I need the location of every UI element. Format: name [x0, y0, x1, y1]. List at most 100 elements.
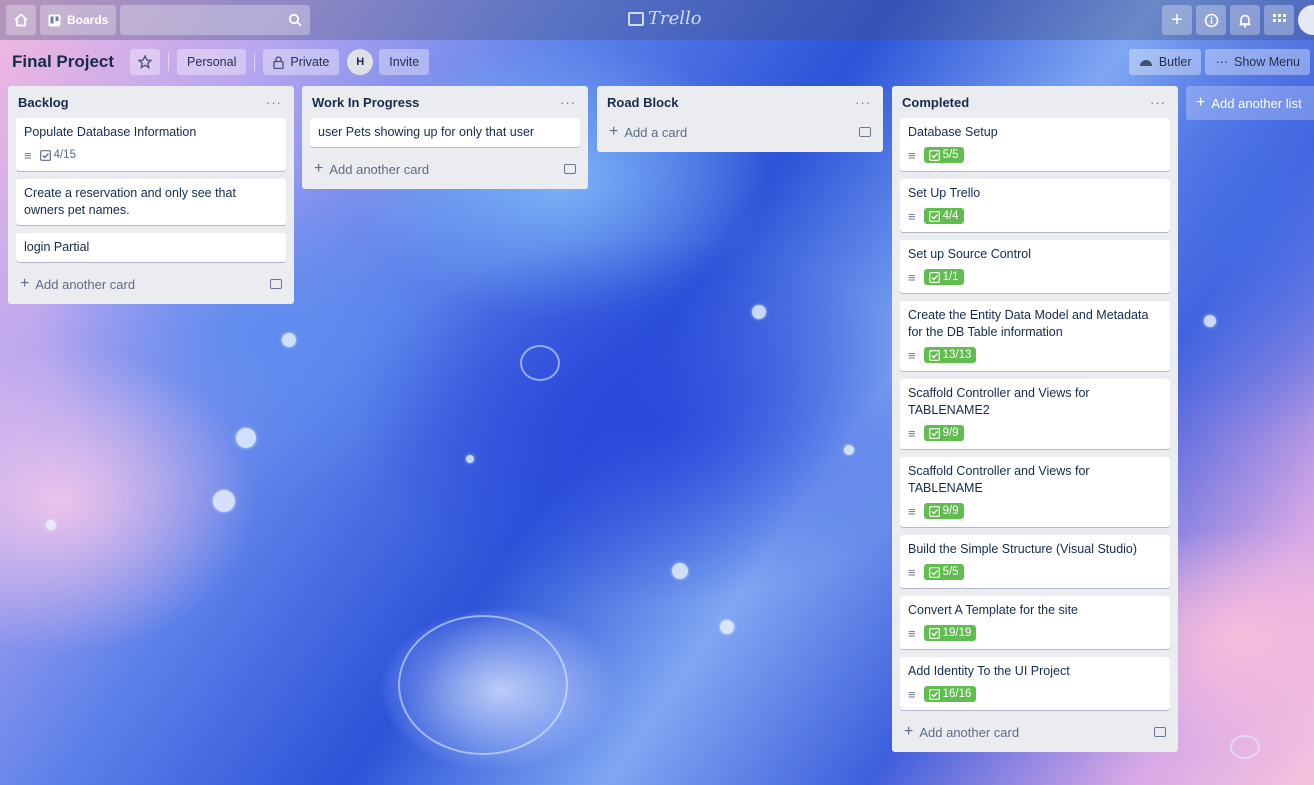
star-button[interactable]	[130, 49, 161, 75]
card-badges: ≡ 1/1	[908, 267, 1162, 287]
checklist-icon	[928, 505, 940, 517]
card-template-icon[interactable]	[1154, 727, 1166, 737]
card[interactable]: login Partial	[16, 233, 286, 262]
checklist-badge: 19/19	[923, 625, 977, 641]
card-badges: ≡ 5/5	[908, 562, 1162, 582]
butler-button[interactable]: Butler	[1128, 49, 1202, 75]
privacy-button[interactable]: Private	[263, 49, 340, 75]
list-menu-button[interactable]: ···	[855, 95, 871, 110]
card-title: Populate Database Information	[24, 125, 197, 139]
background-swirl	[398, 615, 568, 755]
show-menu-button[interactable]: ··· Show Menu	[1205, 49, 1310, 75]
plus-icon: +	[904, 723, 914, 740]
butler-icon	[1139, 60, 1152, 66]
card-badges: ≡ 4/15	[24, 145, 278, 165]
checklist-badge: 4/15	[39, 149, 76, 161]
card[interactable]: Scaffold Controller and Views for TABLEN…	[900, 379, 1170, 449]
card[interactable]: Set Up Trello ≡ 4/4	[900, 179, 1170, 232]
checklist-badge: 13/13	[923, 347, 977, 363]
background-bubble	[752, 305, 766, 319]
list-menu-button[interactable]: ···	[1150, 95, 1166, 110]
search-input[interactable]	[120, 5, 311, 35]
list-header: Road Block ···	[605, 86, 875, 118]
add-card-label: Add another card	[329, 161, 430, 177]
background-bubble	[466, 455, 474, 463]
checklist-count: 13/13	[942, 349, 972, 361]
card-template-icon[interactable]	[564, 164, 576, 174]
list-header: Work In Progress ···	[310, 86, 580, 118]
list-menu-button[interactable]: ···	[266, 95, 282, 110]
card-title: Convert A Template for the site	[908, 603, 1079, 617]
card-badges: ≡ 13/13	[908, 345, 1162, 365]
card[interactable]: Create the Entity Data Model and Metadat…	[900, 301, 1170, 371]
card-title: Scaffold Controller and Views for TABLEN…	[908, 386, 1090, 417]
board-title[interactable]: Final Project	[12, 52, 114, 72]
list-title[interactable]: Road Block	[607, 95, 679, 110]
add-list-button[interactable]: + Add another list	[1186, 86, 1314, 120]
list-header: Completed ···	[900, 86, 1170, 118]
add-card-button[interactable]: + Add a card	[605, 118, 875, 146]
checklist-count: 5/5	[942, 566, 959, 578]
apps-button[interactable]	[1264, 5, 1294, 35]
background-bubble	[213, 490, 235, 512]
user-avatar[interactable]	[1298, 5, 1314, 35]
card-title: Create the Entity Data Model and Metadat…	[908, 308, 1149, 339]
trello-logo[interactable]: Trello	[628, 8, 702, 29]
card-template-icon[interactable]	[270, 279, 282, 289]
background-bubble	[236, 428, 256, 448]
boards-label: Boards	[67, 13, 109, 27]
add-card-left: + Add another card	[314, 161, 429, 177]
card[interactable]: Build the Simple Structure (Visual Studi…	[900, 535, 1170, 588]
card[interactable]: Create a reservation and only see that o…	[16, 179, 286, 225]
card-title: Add Identity To the UI Project	[908, 664, 1070, 678]
checklist-icon	[928, 149, 940, 161]
add-card-left: + Add another card	[20, 276, 135, 292]
checklist-icon	[928, 627, 940, 639]
checklist-icon	[928, 427, 940, 439]
card-template-icon[interactable]	[859, 127, 871, 137]
description-icon: ≡	[908, 503, 916, 519]
description-icon: ≡	[908, 564, 916, 580]
team-visibility-button[interactable]: Personal	[177, 49, 247, 75]
checklist-badge: 4/4	[923, 208, 964, 224]
invite-button[interactable]: Invite	[379, 49, 430, 75]
checklist-count: 9/9	[942, 427, 959, 439]
add-card-button[interactable]: + Add another card	[16, 270, 286, 298]
add-card-button[interactable]: + Add another card	[900, 718, 1170, 746]
boards-icon	[48, 14, 61, 26]
card[interactable]: user Pets showing up for only that user	[310, 118, 580, 147]
checklist-icon	[928, 271, 940, 283]
notifications-button[interactable]	[1230, 5, 1260, 35]
create-button[interactable]: +	[1162, 5, 1192, 35]
card[interactable]: Populate Database Information ≡ 4/15	[16, 118, 286, 171]
home-button[interactable]	[6, 5, 36, 35]
card[interactable]: Set up Source Control ≡ 1/1	[900, 240, 1170, 293]
butler-label: Butler	[1158, 55, 1192, 69]
card[interactable]: Database Setup ≡ 5/5	[900, 118, 1170, 171]
card[interactable]: Convert A Template for the site ≡ 19/19	[900, 596, 1170, 649]
list-menu-button[interactable]: ···	[560, 95, 576, 110]
checklist-count: 1/1	[942, 271, 959, 283]
add-card-button[interactable]: + Add another card	[310, 155, 580, 183]
card-badges: ≡ 4/4	[908, 206, 1162, 226]
plus-icon: +	[314, 160, 324, 177]
member-avatar[interactable]: H	[347, 49, 374, 75]
add-list-label: Add another list	[1211, 95, 1302, 111]
checklist-badge: 9/9	[923, 503, 964, 519]
info-button[interactable]	[1196, 5, 1226, 35]
show-menu-label: Show Menu	[1233, 55, 1300, 69]
card-badges: ≡ 9/9	[908, 501, 1162, 521]
boards-button[interactable]: Boards	[40, 5, 117, 35]
card[interactable]: Scaffold Controller and Views for TABLEN…	[900, 457, 1170, 527]
list-title[interactable]: Completed	[902, 95, 969, 110]
personal-label: Personal	[187, 55, 237, 69]
list-title[interactable]: Work In Progress	[312, 95, 419, 110]
header-right-controls: Butler ··· Show Menu	[1128, 49, 1314, 75]
checklist-icon	[928, 566, 940, 578]
add-card-label: Add another card	[919, 724, 1020, 740]
trello-logo-icon	[628, 11, 644, 26]
logo-text: Trello	[648, 8, 702, 29]
card[interactable]: Add Identity To the UI Project ≡ 16/16	[900, 657, 1170, 710]
card-title: user Pets showing up for only that user	[318, 125, 535, 139]
list-title[interactable]: Backlog	[18, 95, 69, 110]
